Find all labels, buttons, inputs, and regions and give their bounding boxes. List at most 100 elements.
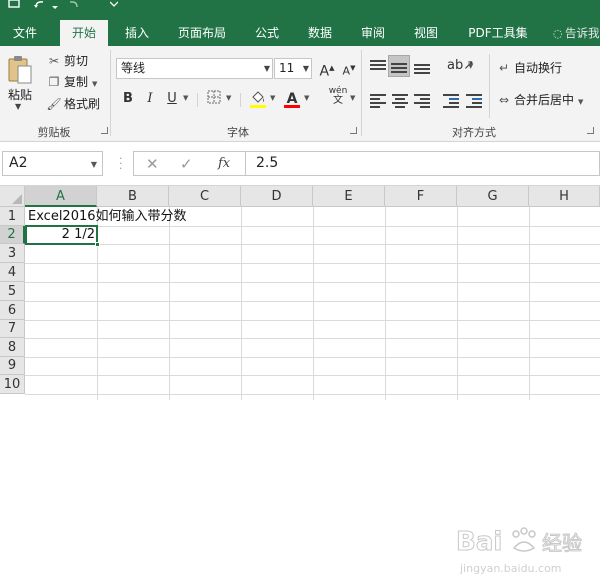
merge-center-button[interactable]: ⇔ 合并后居中 ▼ — [496, 91, 583, 109]
cancel-icon[interactable]: ✕ — [146, 155, 159, 173]
gridline — [385, 207, 386, 400]
grow-font-button[interactable]: A▲ — [318, 59, 336, 80]
active-cell-border — [25, 225, 98, 245]
tab-view[interactable]: 视图 — [406, 20, 446, 46]
column-header-e[interactable]: E — [313, 186, 385, 207]
gridline — [169, 207, 170, 400]
cut-button[interactable]: ✂ 剪切 — [46, 52, 88, 70]
drag-handle-icon[interactable]: · · · — [119, 153, 123, 174]
font-launcher-icon[interactable] — [350, 127, 357, 134]
align-left-icon[interactable] — [370, 93, 386, 108]
alignment-launcher-icon[interactable] — [587, 127, 594, 134]
gridline — [25, 338, 600, 339]
row-header-5[interactable]: 5 — [0, 282, 25, 301]
column-header-g[interactable]: G — [457, 186, 529, 207]
undo-dropdown-icon[interactable] — [52, 2, 58, 14]
row-header-2[interactable]: 2 — [0, 226, 25, 244]
column-header-c[interactable]: C — [169, 186, 241, 207]
align-middle-icon[interactable] — [391, 60, 407, 74]
underline-dropdown-icon[interactable]: ▼ — [183, 94, 188, 102]
tab-page-layout[interactable]: 页面布局 — [172, 20, 232, 46]
row-header-10[interactable]: 10 — [0, 375, 25, 394]
tab-review[interactable]: 审阅 — [353, 20, 393, 46]
tab-data[interactable]: 数据 — [300, 20, 340, 46]
increase-indent-icon[interactable] — [466, 93, 482, 108]
tab-pdf-tools[interactable]: PDF工具集 — [460, 20, 536, 46]
cell-a1[interactable]: Excel2016如何输入带分数 — [28, 208, 187, 226]
paste-icon[interactable] — [6, 54, 34, 86]
row-header-8[interactable]: 8 — [0, 338, 25, 357]
tab-insert[interactable]: 插入 — [117, 20, 157, 46]
row-header-4[interactable]: 4 — [0, 263, 25, 282]
name-box[interactable]: A2 ▼ — [2, 151, 103, 176]
column-header-b[interactable]: B — [97, 186, 169, 207]
formula-bar: A2 ▼ · · · ✕ ✓ fx 2.5 — [0, 142, 600, 186]
italic-button[interactable]: I — [141, 90, 159, 108]
row-header-6[interactable]: 6 — [0, 301, 25, 320]
copy-button[interactable]: ❐ 复制 ▼ — [46, 73, 98, 91]
column-header-d[interactable]: D — [241, 186, 313, 207]
column-header-h[interactable]: H — [529, 186, 600, 207]
gridline — [25, 375, 600, 376]
align-bottom-icon[interactable] — [414, 59, 430, 74]
row-header-9[interactable]: 9 — [0, 357, 25, 375]
fill-handle[interactable] — [95, 242, 100, 247]
phonetic-dropdown-icon[interactable]: ▼ — [350, 94, 355, 102]
font-color-dropdown-icon[interactable]: ▼ — [304, 94, 309, 102]
bold-button[interactable]: B — [119, 90, 137, 108]
column-header-f[interactable]: F — [385, 186, 457, 207]
row-header-7[interactable]: 7 — [0, 320, 25, 338]
select-all-button[interactable] — [0, 186, 25, 207]
fill-color-dropdown-icon[interactable]: ▼ — [270, 94, 275, 102]
clipboard-launcher-icon[interactable] — [101, 127, 108, 134]
font-name-value: 等线 — [121, 61, 146, 75]
title-bar — [0, 0, 600, 20]
format-painter-button[interactable]: 🖌 格式刷 — [46, 95, 100, 113]
gridline — [529, 207, 530, 400]
font-size-select[interactable]: 11 ▼ — [274, 58, 312, 79]
row-header-1[interactable]: 1 — [0, 207, 25, 226]
formula-input[interactable]: 2.5 — [245, 151, 600, 176]
wrap-text-button[interactable]: ↵ 自动换行 — [496, 59, 562, 77]
decrease-indent-icon[interactable] — [443, 93, 459, 108]
tab-file[interactable]: 文件 — [6, 20, 44, 46]
shrink-font-icon: A — [342, 64, 351, 78]
gridline — [313, 207, 314, 400]
gridline — [25, 394, 600, 395]
tell-me-label: 告诉我 — [565, 26, 600, 40]
save-icon[interactable] — [8, 0, 20, 12]
undo-icon[interactable] — [33, 0, 47, 12]
phonetic-guide-button[interactable]: wén 文 — [327, 86, 349, 106]
ribbon-home: 粘贴 ▼ ✂ 剪切 ❐ 复制 ▼ 🖌 格式刷 剪贴板 等线 ▼ 11 ▼ A▲ A▼ B… — [0, 46, 600, 142]
paste-dropdown-icon[interactable]: ▼ — [15, 102, 21, 111]
tab-formulas[interactable]: 公式 — [247, 20, 287, 46]
tab-home[interactable]: 开始 — [60, 20, 108, 46]
enter-icon[interactable]: ✓ — [180, 155, 193, 173]
copy-dropdown-icon[interactable]: ▼ — [92, 80, 97, 88]
shrink-font-button[interactable]: A▼ — [340, 59, 358, 78]
borders-icon[interactable] — [205, 90, 223, 108]
row-header-3[interactable]: 3 — [0, 244, 25, 263]
insert-function-button[interactable]: fx — [218, 156, 230, 171]
grow-font-icon: A — [319, 63, 330, 80]
align-top-icon[interactable] — [370, 59, 386, 73]
underline-button[interactable]: U — [163, 90, 181, 108]
alignment-group-label: 对齐方式 — [452, 126, 496, 139]
orientation-dropdown-icon[interactable]: ▼ — [468, 62, 473, 70]
customize-qat-icon[interactable] — [109, 0, 119, 11]
merge-icon: ⇔ — [498, 93, 510, 107]
merge-dropdown-icon[interactable]: ▼ — [578, 98, 583, 106]
fill-color-swatch — [250, 105, 266, 108]
chevron-down-icon: ▼ — [90, 160, 97, 169]
redo-icon[interactable] — [66, 0, 80, 12]
align-center-icon[interactable] — [392, 93, 408, 108]
gridline — [457, 207, 458, 400]
tell-me-box[interactable]: ◌ 告诉我 — [549, 20, 600, 46]
borders-dropdown-icon[interactable]: ▼ — [226, 94, 231, 102]
font-name-select[interactable]: 等线 ▼ — [116, 58, 273, 79]
column-header-a[interactable]: A — [25, 186, 97, 207]
scissors-icon: ✂ — [48, 54, 60, 68]
orientation-icon[interactable]: ab↗ — [447, 57, 474, 75]
align-right-icon[interactable] — [414, 93, 430, 108]
paste-button[interactable]: 粘贴 — [8, 86, 32, 103]
